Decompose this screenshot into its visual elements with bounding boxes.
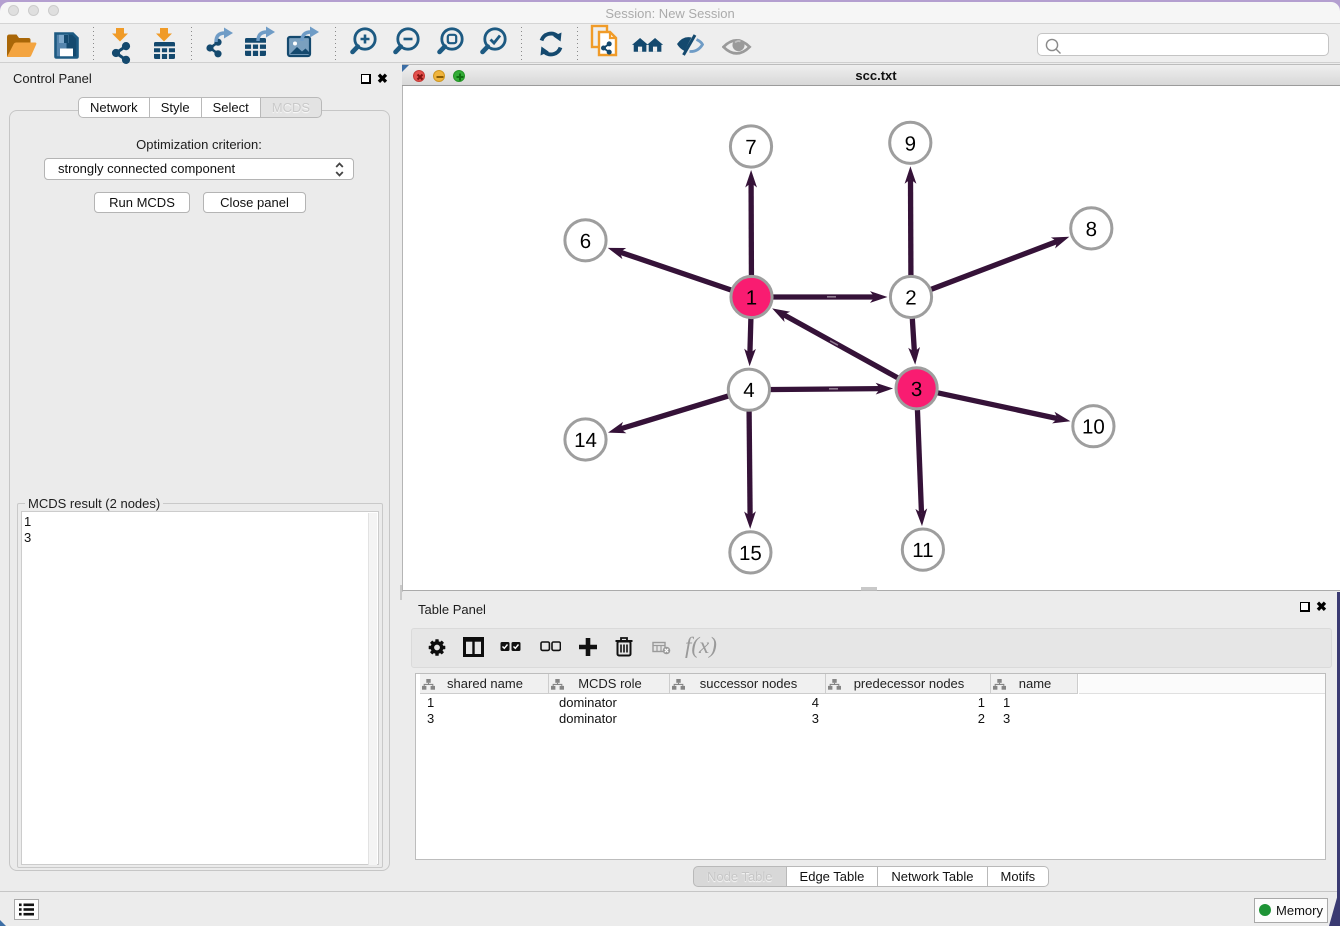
svg-text:2: 2 <box>905 287 916 310</box>
svg-text:14: 14 <box>574 429 597 452</box>
svg-text:9: 9 <box>905 132 916 155</box>
svg-text:3: 3 <box>911 378 922 401</box>
svg-text:7: 7 <box>745 136 756 159</box>
svg-text:4: 4 <box>743 379 754 402</box>
svg-text:1: 1 <box>746 287 757 310</box>
svg-text:6: 6 <box>580 230 591 253</box>
svg-text:8: 8 <box>1086 218 1097 241</box>
svg-text:11: 11 <box>912 539 933 562</box>
svg-text:15: 15 <box>739 542 762 565</box>
svg-text:10: 10 <box>1082 416 1105 439</box>
